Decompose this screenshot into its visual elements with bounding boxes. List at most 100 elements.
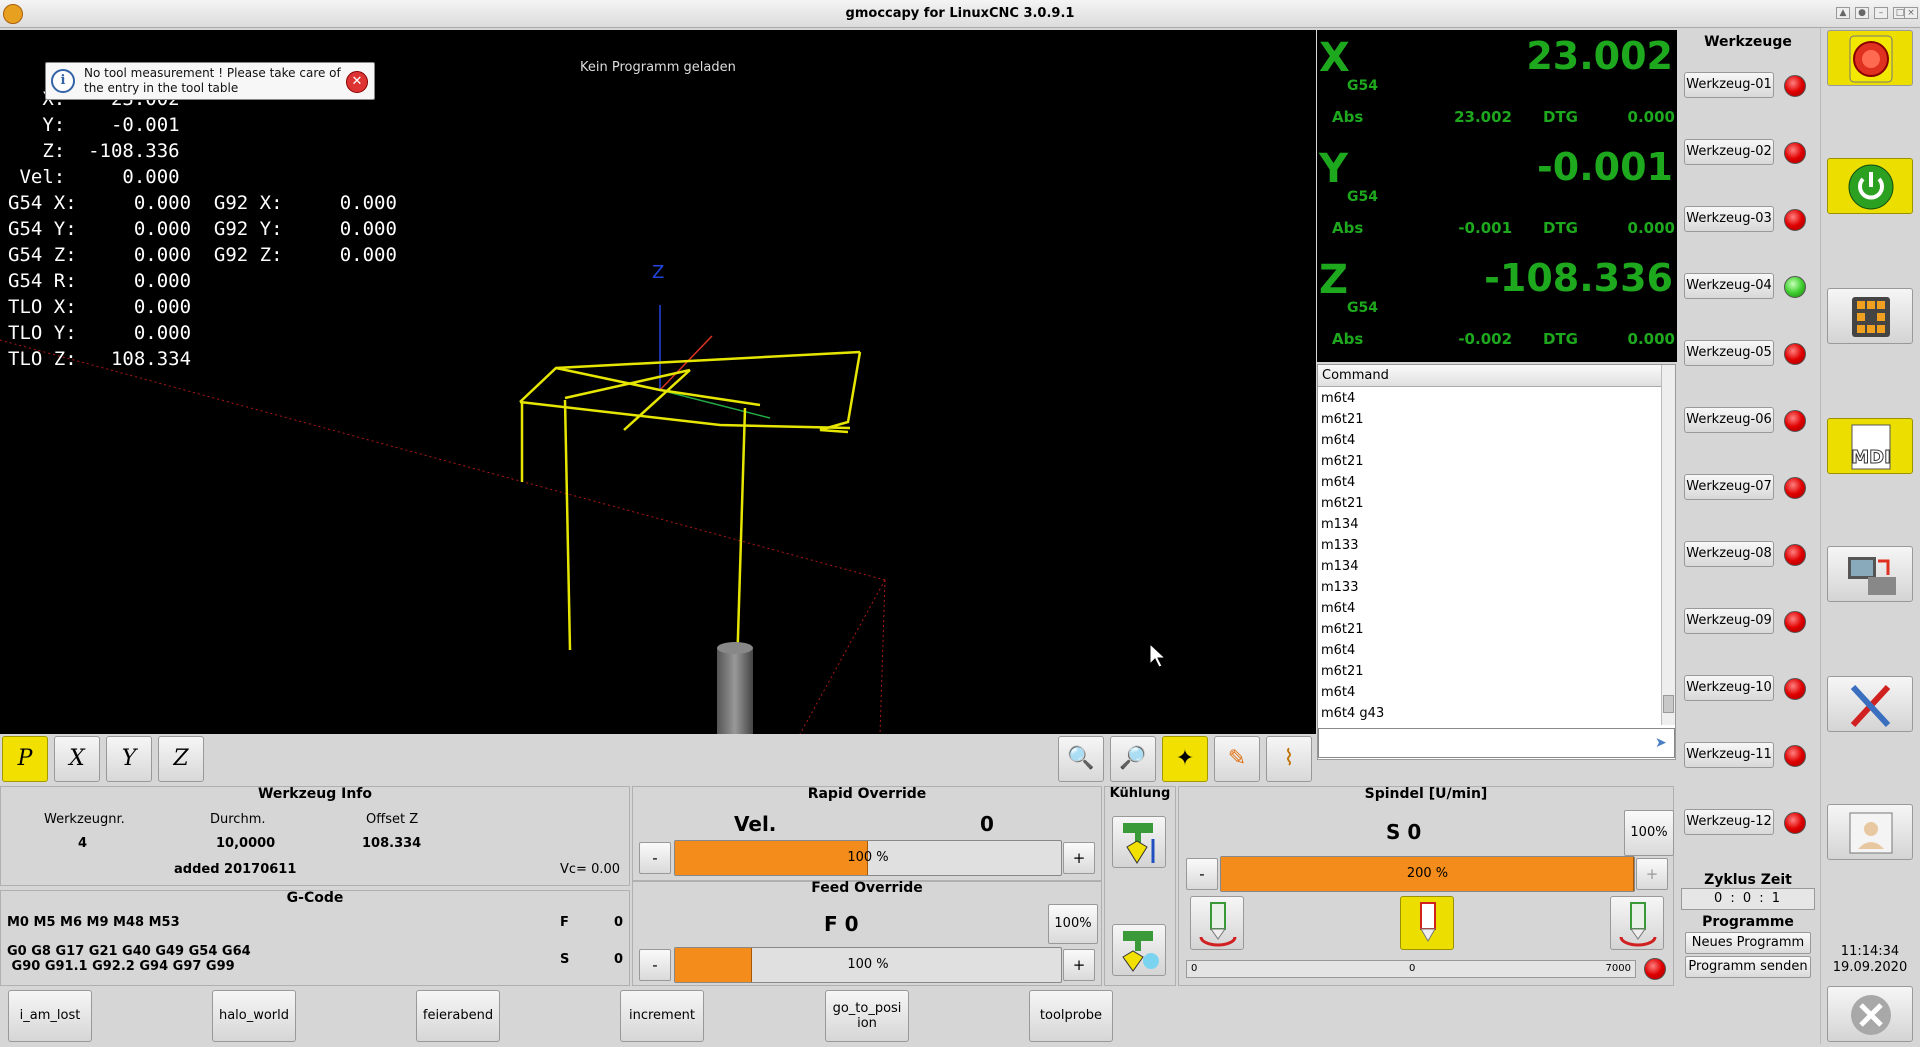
- macro-button[interactable]: i_am_lost: [8, 990, 92, 1042]
- view-z-button[interactable]: Z: [158, 736, 204, 782]
- view-x-button[interactable]: X: [54, 736, 100, 782]
- command-scrollbar[interactable]: [1661, 365, 1675, 725]
- spindle-minus-button[interactable]: -: [1186, 858, 1218, 890]
- spindle-forward-button[interactable]: [1190, 896, 1244, 950]
- notification-text: No tool measurement ! Please take care o…: [84, 66, 341, 95]
- user-tabs-button[interactable]: [1827, 804, 1913, 860]
- spindle-plus-button[interactable]: +: [1636, 858, 1668, 890]
- linuxcnc-app-icon[interactable]: [3, 4, 23, 24]
- tool-change-button[interactable]: Werkzeug-09: [1684, 608, 1774, 634]
- mist-coolant-button[interactable]: [1112, 924, 1166, 976]
- macro-button[interactable]: increment: [620, 990, 704, 1042]
- command-history-item[interactable]: m6t4: [1318, 598, 1661, 619]
- broom-icon: ⌇: [1283, 746, 1295, 771]
- command-history-item[interactable]: m6t21: [1318, 451, 1661, 472]
- tool-row: Werkzeug-11: [1684, 742, 1814, 772]
- macro-button[interactable]: toolprobe: [1029, 990, 1113, 1042]
- tool-change-button[interactable]: Werkzeug-05: [1684, 340, 1774, 366]
- feed-reset-button[interactable]: 100%: [1048, 904, 1098, 944]
- feed-override-slider[interactable]: 100 %: [674, 947, 1062, 983]
- active-mcodes: M0 M5 M6 M9 M48 M53: [7, 915, 180, 930]
- tool-status-led: [1784, 812, 1806, 834]
- macro-button[interactable]: halo_world: [212, 990, 296, 1042]
- main-button-column: MDI: [1820, 28, 1920, 1044]
- command-history-item[interactable]: m6t4 g43: [1318, 703, 1661, 724]
- tool-change-button[interactable]: Werkzeug-10: [1684, 675, 1774, 701]
- tool-change-button[interactable]: Werkzeug-02: [1684, 139, 1774, 165]
- command-history-item[interactable]: m6t21: [1318, 409, 1661, 430]
- command-history-item[interactable]: m6t4: [1318, 430, 1661, 451]
- dtg-value: 0.000: [1627, 219, 1675, 237]
- mdi-command-input[interactable]: [1319, 729, 1649, 755]
- tool-change-button[interactable]: Werkzeug-04: [1684, 273, 1774, 299]
- command-history-item[interactable]: m133: [1318, 577, 1661, 598]
- spindle-override-slider[interactable]: 200 %: [1220, 856, 1635, 892]
- command-history-item[interactable]: m6t21: [1318, 493, 1661, 514]
- auto-mode-button[interactable]: [1827, 546, 1913, 602]
- rapid-minus-button[interactable]: -: [639, 842, 671, 874]
- tool-change-button[interactable]: Werkzeug-06: [1684, 407, 1774, 433]
- command-history-item[interactable]: m133: [1318, 535, 1661, 556]
- settings-button[interactable]: [1827, 676, 1913, 732]
- tool-change-button[interactable]: Werkzeug-08: [1684, 541, 1774, 567]
- command-history-item[interactable]: m6t21: [1318, 619, 1661, 640]
- macro-button[interactable]: feierabend: [416, 990, 500, 1042]
- gcode-preview-3d[interactable]: Z Kein Programm geladen X: 23.002: [0, 30, 1316, 734]
- view-y-button[interactable]: Y: [106, 736, 152, 782]
- tool-row: Werkzeug-09: [1684, 608, 1814, 638]
- tool-change-button[interactable]: Werkzeug-03: [1684, 206, 1774, 232]
- new-program-button[interactable]: Neues Programm: [1685, 932, 1811, 954]
- tool-row: Werkzeug-01: [1684, 72, 1814, 102]
- window-stick-icon[interactable]: ●: [1855, 7, 1869, 19]
- dtg-value: 0.000: [1627, 330, 1675, 348]
- rapid-plus-button[interactable]: +: [1063, 842, 1095, 874]
- zoom-in-button[interactable]: 🔍: [1058, 736, 1104, 782]
- macro-button[interactable]: go_to_posi ion: [825, 990, 909, 1042]
- scrollbar-thumb[interactable]: [1663, 695, 1674, 713]
- command-history-item[interactable]: m134: [1318, 514, 1661, 535]
- estop-button[interactable]: [1827, 30, 1913, 86]
- mdi-command-field[interactable]: ➤: [1318, 728, 1675, 758]
- command-history-item[interactable]: m6t4: [1318, 388, 1661, 409]
- mdi-mode-button[interactable]: MDI: [1827, 418, 1913, 474]
- overlay-line: Y: -0.001: [8, 114, 180, 136]
- command-history-item[interactable]: m6t4: [1318, 472, 1661, 493]
- send-program-button[interactable]: Programm senden: [1685, 956, 1811, 978]
- feed-minus-button[interactable]: -: [639, 949, 671, 981]
- command-history-item[interactable]: m134: [1318, 556, 1661, 577]
- close-notification-button[interactable]: ✕: [346, 71, 368, 93]
- view-perspective-button[interactable]: P: [2, 736, 48, 782]
- machine-power-button[interactable]: [1827, 158, 1913, 214]
- flood-coolant-button[interactable]: [1112, 816, 1166, 868]
- dro-axis-y[interactable]: Y G54 -0.001 Abs -0.001 DTG 0.000: [1317, 141, 1677, 251]
- send-command-icon[interactable]: ➤: [1655, 735, 1671, 751]
- window-close-icon[interactable]: ×: [1904, 7, 1918, 19]
- window-shade-icon[interactable]: ▲: [1836, 7, 1850, 19]
- command-history-item[interactable]: m6t21: [1318, 661, 1661, 682]
- spindle-stop-button[interactable]: [1400, 896, 1454, 950]
- clear-plot-button[interactable]: ⌇: [1266, 736, 1312, 782]
- command-column-header[interactable]: Command: [1318, 365, 1661, 387]
- command-history-item[interactable]: m6t4: [1318, 682, 1661, 703]
- spindle-reset-button[interactable]: 100%: [1624, 810, 1674, 856]
- manual-mode-button[interactable]: [1827, 288, 1913, 344]
- dimensions-icon: ✦: [1175, 746, 1195, 771]
- tool-change-button[interactable]: Werkzeug-12: [1684, 809, 1774, 835]
- tool-change-button[interactable]: Werkzeug-11: [1684, 742, 1774, 768]
- toggle-tool-path-button[interactable]: ✎: [1214, 736, 1260, 782]
- dro-axis-x[interactable]: X G54 23.002 Abs 23.002 DTG 0.000: [1317, 30, 1677, 140]
- exit-button[interactable]: [1827, 986, 1913, 1042]
- show-dimensions-button[interactable]: ✦: [1162, 736, 1208, 782]
- spindle-reverse-button[interactable]: [1610, 896, 1664, 950]
- window-minimize-icon[interactable]: –: [1874, 7, 1888, 19]
- command-history-list[interactable]: m6t5m6t56m6t4m6t21m6t4m6t21m6t4m6t21m134…: [1318, 388, 1661, 724]
- zoom-out-button[interactable]: 🔎: [1110, 736, 1156, 782]
- tool-change-button[interactable]: Werkzeug-07: [1684, 474, 1774, 500]
- tool-change-button[interactable]: Werkzeug-01: [1684, 72, 1774, 98]
- mdi-history-panel: Command m6t5m6t56m6t4m6t21m6t4m6t21m6t4m…: [1317, 364, 1676, 760]
- rapid-override-slider[interactable]: 100 %: [674, 840, 1062, 876]
- dro-axis-z[interactable]: Z G54 -108.336 Abs -0.002 DTG 0.000: [1317, 252, 1677, 362]
- feed-plus-button[interactable]: +: [1063, 949, 1095, 981]
- spindle-stop-icon: [1420, 902, 1436, 942]
- command-history-item[interactable]: m6t4: [1318, 640, 1661, 661]
